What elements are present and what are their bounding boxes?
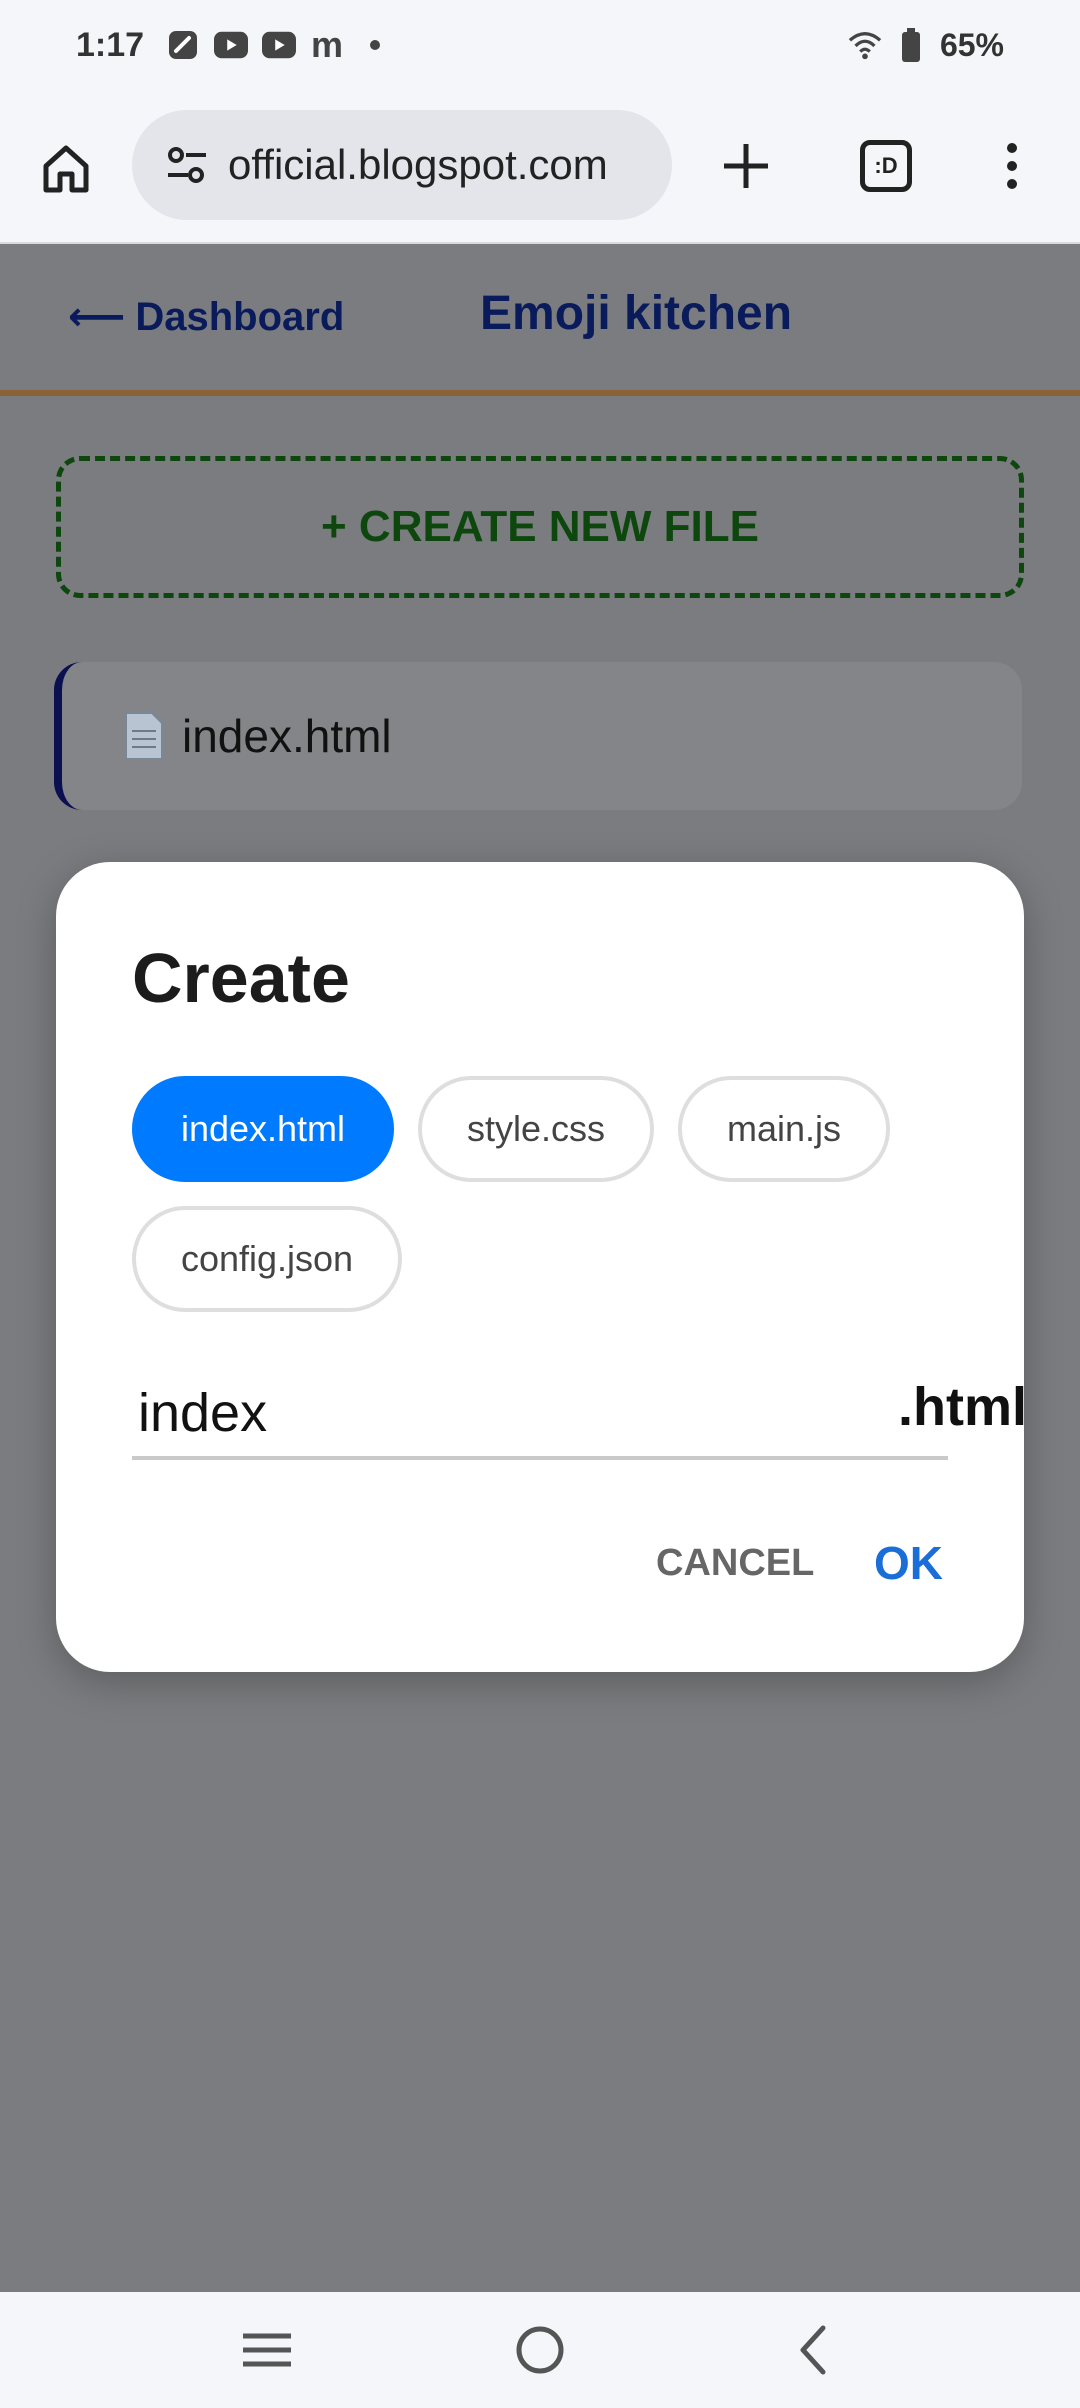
page-title: Emoji kitchen <box>480 287 793 340</box>
app-icon <box>166 28 200 62</box>
new-tab-button[interactable] <box>706 126 786 206</box>
tab-switcher-icon: :D <box>860 140 912 192</box>
document-icon <box>125 712 163 760</box>
back-nav-button[interactable] <box>773 2310 853 2390</box>
dashboard-back-link[interactable]: ⟵ Dashboard <box>68 294 344 340</box>
browser-toolbar: official.blogspot.com :D <box>0 90 1080 244</box>
wifi-icon <box>848 28 882 62</box>
chip-main-js[interactable]: main.js <box>678 1076 890 1182</box>
back-chevron-icon <box>800 2325 826 2375</box>
home-circle-icon <box>516 2326 564 2374</box>
file-item[interactable]: index.html <box>54 662 1022 810</box>
create-new-file-button[interactable]: + CREATE NEW FILE <box>56 456 1024 598</box>
chip-config-json[interactable]: config.json <box>132 1206 402 1312</box>
home-nav-button[interactable] <box>500 2310 580 2390</box>
recents-icon <box>242 2333 291 2367</box>
battery-percent: 65% <box>939 26 1004 63</box>
status-right: 65% <box>848 27 1004 64</box>
chip-style-css[interactable]: style.css <box>418 1076 654 1182</box>
home-button[interactable] <box>30 132 102 204</box>
home-icon <box>43 145 89 193</box>
dialog-title: Create <box>132 939 350 1017</box>
address-bar[interactable]: official.blogspot.com <box>132 110 672 220</box>
filename-input[interactable] <box>132 1370 948 1460</box>
chip-index-html[interactable]: index.html <box>132 1076 394 1182</box>
back-label: Dashboard <box>135 294 345 339</box>
cancel-button[interactable]: CANCEL <box>656 1542 814 1585</box>
ok-button[interactable]: OK <box>874 1536 943 1590</box>
status-time: 1:17 <box>76 25 145 64</box>
status-bar: 1:17 m 65% <box>0 0 1080 90</box>
browser-menu-button[interactable] <box>972 126 1052 206</box>
url-text: official.blogspot.com <box>228 141 608 188</box>
youtube-icon <box>262 28 297 62</box>
plus-icon <box>724 144 768 188</box>
file-name: index.html <box>182 710 392 762</box>
more-vertical-icon <box>1007 143 1017 189</box>
battery-icon <box>894 28 928 62</box>
site-settings-icon[interactable] <box>152 130 222 200</box>
back-arrow-icon: ⟵ <box>68 295 126 339</box>
m-icon: m <box>311 24 344 65</box>
tab-switcher-button[interactable]: :D <box>846 126 926 206</box>
navigation-bar <box>0 2292 1080 2408</box>
youtube-icon <box>214 28 249 62</box>
create-dialog: Create index.html style.css main.js conf… <box>56 862 1027 1672</box>
extension-label: .html <box>898 1377 1027 1437</box>
page-header: ⟵ Dashboard Emoji kitchen <box>0 246 1080 396</box>
dot-icon <box>358 28 392 62</box>
recents-button[interactable] <box>227 2310 307 2390</box>
notification-icons: m <box>166 24 392 65</box>
